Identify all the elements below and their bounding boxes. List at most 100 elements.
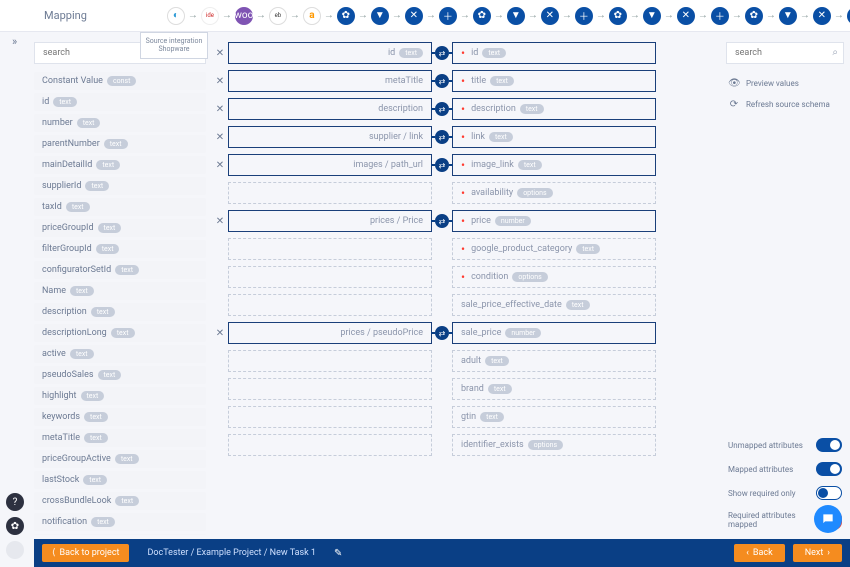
refresh-schema-link[interactable]: ⟳ Refresh source schema [728, 99, 844, 110]
destination-slot[interactable]: •linktext [452, 126, 656, 148]
source-attribute[interactable]: modetext [34, 534, 206, 535]
destination-slot[interactable]: •google_product_categorytext [452, 238, 656, 260]
source-attribute[interactable]: supplierIdtext [34, 177, 206, 195]
source-attribute[interactable]: parentNumbertext [34, 135, 206, 153]
node-shopware[interactable]: ◐ [167, 7, 185, 25]
source-slot[interactable] [228, 434, 432, 456]
destination-slot[interactable]: gtintext [452, 406, 656, 428]
source-attribute[interactable]: Constant Valueconst [34, 72, 206, 90]
source-slot[interactable] [228, 294, 432, 316]
source-slot[interactable] [228, 182, 432, 204]
node-plus[interactable]: ＋ [439, 7, 457, 25]
toggle-switch[interactable] [816, 486, 842, 500]
next-button[interactable]: Next › [793, 544, 842, 562]
destination-slot[interactable]: brandtext [452, 378, 656, 400]
delete-mapping-icon[interactable]: ✕ [212, 160, 228, 171]
source-attribute[interactable]: descriptionLongtext [34, 324, 206, 342]
toggle-switch[interactable] [816, 462, 842, 476]
node-idealo[interactable]: ide [201, 7, 219, 25]
destination-slot[interactable]: sale_price_effective_datetext [452, 294, 656, 316]
node-amazon[interactable]: a [303, 7, 321, 25]
source-slot[interactable]: supplier / link [228, 126, 432, 148]
source-slot[interactable]: prices / Price [228, 210, 432, 232]
source-attribute[interactable]: crossBundleLooktext [34, 492, 206, 510]
connector-icon[interactable]: ⇄ [435, 74, 449, 88]
source-slot[interactable]: prices / pseudoPrice [228, 322, 432, 344]
node-shuffle[interactable]: ✕ [813, 7, 831, 25]
source-slot[interactable]: description [228, 98, 432, 120]
node-woo[interactable]: woo [235, 7, 253, 25]
toggle-switch[interactable] [816, 438, 842, 452]
source-attribute[interactable]: lastStocktext [34, 471, 206, 489]
source-slot[interactable]: images / path_url [228, 154, 432, 176]
connector-icon[interactable]: ⇄ [435, 326, 449, 340]
source-attribute[interactable]: idtext [34, 93, 206, 111]
delete-mapping-icon[interactable]: ✕ [212, 328, 228, 339]
delete-mapping-icon[interactable]: ✕ [212, 104, 228, 115]
delete-mapping-icon[interactable]: ✕ [212, 132, 228, 143]
destination-slot[interactable]: identifier_existsoptions [452, 434, 656, 456]
sidebar-toggle-icon[interactable]: » [12, 35, 17, 48]
source-attribute[interactable]: taxIdtext [34, 198, 206, 216]
destination-slot[interactable]: •titletext [452, 70, 656, 92]
source-attribute[interactable]: mainDetailIdtext [34, 156, 206, 174]
destination-slot[interactable]: adulttext [452, 350, 656, 372]
node-plus[interactable]: ＋ [575, 7, 593, 25]
node-shuffle[interactable]: ✕ [405, 7, 423, 25]
connector-icon[interactable]: ⇄ [435, 102, 449, 116]
search-icon[interactable]: ⌕ [832, 47, 838, 58]
edit-icon[interactable]: ✎ [334, 548, 342, 559]
node-filter[interactable]: ▼ [643, 7, 661, 25]
destination-slot[interactable]: •descriptiontext [452, 98, 656, 120]
delete-mapping-icon[interactable]: ✕ [212, 216, 228, 227]
source-slot[interactable] [228, 350, 432, 372]
node-gear[interactable]: ✿ [745, 7, 763, 25]
gear-icon[interactable]: ✿ [6, 517, 24, 535]
node-filter[interactable]: ▼ [779, 7, 797, 25]
destination-slot[interactable]: •idtext [452, 42, 656, 64]
node-shuffle[interactable]: ✕ [541, 7, 559, 25]
node-gear[interactable]: ✿ [473, 7, 491, 25]
source-slot[interactable] [228, 378, 432, 400]
prev-button[interactable]: ‹ Back [734, 544, 784, 562]
destination-slot[interactable]: •pricenumber [452, 210, 656, 232]
delete-mapping-icon[interactable]: ✕ [212, 76, 228, 87]
node-gear[interactable]: ✿ [337, 7, 355, 25]
back-to-project-button[interactable]: ⟨ Back to project [42, 544, 129, 562]
node-shuffle[interactable]: ✕ [677, 7, 695, 25]
source-attribute[interactable]: notificationtext [34, 513, 206, 531]
source-attribute[interactable]: highlighttext [34, 387, 206, 405]
destination-slot[interactable]: sale_pricenumber [452, 322, 656, 344]
destination-slot[interactable]: •image_linktext [452, 154, 656, 176]
source-attribute[interactable]: descriptiontext [34, 303, 206, 321]
connector-icon[interactable]: ⇄ [435, 130, 449, 144]
intercom-launcher[interactable] [814, 505, 842, 533]
source-attribute[interactable]: filterGroupIdtext [34, 240, 206, 258]
dest-search-input[interactable] [726, 42, 844, 64]
source-attribute[interactable]: numbertext [34, 114, 206, 132]
preview-values-link[interactable]: 👁 Preview values [728, 78, 844, 89]
help-icon[interactable]: ? [6, 493, 24, 511]
avatar[interactable] [6, 541, 24, 559]
source-slot[interactable] [228, 266, 432, 288]
node-filter[interactable]: ▼ [507, 7, 525, 25]
source-attribute[interactable]: keywordstext [34, 408, 206, 426]
destination-slot[interactable]: •availabilityoptions [452, 182, 656, 204]
connector-icon[interactable]: ⇄ [435, 158, 449, 172]
source-attribute[interactable]: configuratorSetIdtext [34, 261, 206, 279]
node-plus[interactable]: ＋ [711, 7, 729, 25]
connector-icon[interactable]: ⇄ [435, 46, 449, 60]
node-gear[interactable]: ✿ [609, 7, 627, 25]
destination-slot[interactable]: •conditionoptions [452, 266, 656, 288]
source-slot[interactable] [228, 238, 432, 260]
source-attribute[interactable]: activetext [34, 345, 206, 363]
source-slot[interactable]: metaTitle [228, 70, 432, 92]
source-attribute[interactable]: metaTitletext [34, 429, 206, 447]
connector-icon[interactable]: ⇄ [435, 214, 449, 228]
source-attribute[interactable]: priceGroupActivetext [34, 450, 206, 468]
node-ebay[interactable]: eb [269, 7, 287, 25]
source-slot[interactable] [228, 406, 432, 428]
delete-mapping-icon[interactable]: ✕ [212, 48, 228, 59]
source-slot[interactable]: idtext [228, 42, 432, 64]
source-attribute[interactable]: priceGroupIdtext [34, 219, 206, 237]
